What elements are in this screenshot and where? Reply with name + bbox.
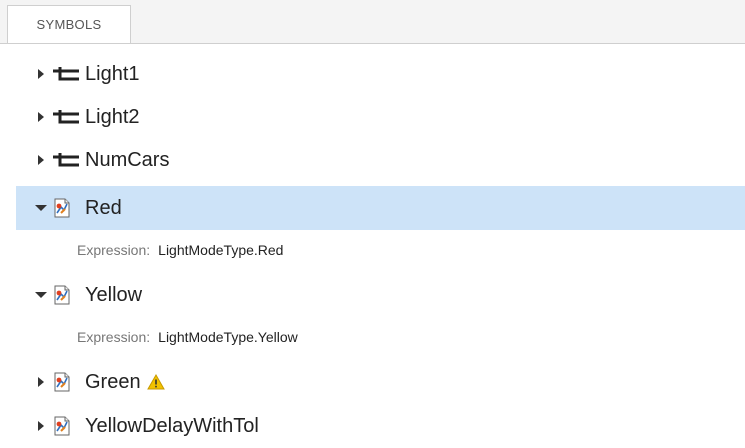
parameter-icon xyxy=(52,371,82,393)
tab-bar: SYMBOLS xyxy=(0,0,745,44)
tree-row-red[interactable]: Red xyxy=(16,186,745,230)
signal-icon xyxy=(52,63,82,85)
symbol-name: Light2 xyxy=(85,105,140,128)
expression-value[interactable]: LightModeType.Red xyxy=(158,242,283,258)
symbol-name: Red xyxy=(85,196,122,219)
signal-icon xyxy=(52,149,82,171)
parameter-icon xyxy=(52,415,82,437)
symbol-name: YellowDelayWithTol xyxy=(85,414,259,437)
expression-row: Expression: LightModeType.Yellow xyxy=(77,319,298,355)
signal-icon xyxy=(52,106,82,128)
collapse-arrow-icon[interactable] xyxy=(34,201,48,215)
warning-icon[interactable] xyxy=(146,374,165,390)
expand-arrow-icon[interactable] xyxy=(34,375,48,389)
expand-arrow-icon[interactable] xyxy=(34,67,48,81)
parameter-icon xyxy=(52,197,82,219)
symbol-name: NumCars xyxy=(85,148,170,171)
expand-arrow-icon[interactable] xyxy=(34,153,48,167)
expression-label: Expression: xyxy=(77,242,151,258)
tree-row-light1[interactable]: Light1 xyxy=(16,52,745,96)
symbol-name: Light1 xyxy=(85,62,140,85)
collapse-arrow-icon[interactable] xyxy=(34,288,48,302)
expression-row: Expression: LightModeType.Red xyxy=(77,232,283,268)
parameter-icon xyxy=(52,284,82,306)
symbol-name: Yellow xyxy=(85,283,143,306)
tree-row-numcars[interactable]: NumCars xyxy=(16,138,745,182)
tree-row-light2[interactable]: Light2 xyxy=(16,95,745,139)
symbol-name: Green xyxy=(85,370,141,393)
expression-label: Expression: xyxy=(77,329,151,345)
tab-symbols[interactable]: SYMBOLS xyxy=(7,5,131,43)
tree-row-yellowdelaywithtol[interactable]: YellowDelayWithTol xyxy=(16,404,745,448)
expand-arrow-icon[interactable] xyxy=(34,419,48,433)
tree-row-yellow[interactable]: Yellow xyxy=(16,273,745,317)
tree-row-green[interactable]: Green xyxy=(16,360,745,404)
expression-value[interactable]: LightModeType.Yellow xyxy=(158,329,298,345)
expand-arrow-icon[interactable] xyxy=(34,110,48,124)
